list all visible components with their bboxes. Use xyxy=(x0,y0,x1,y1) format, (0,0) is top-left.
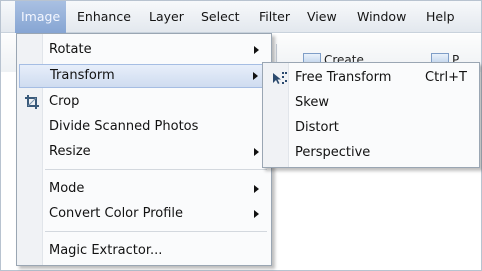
menu-item-perspective[interactable]: Perspective xyxy=(265,141,477,165)
menu-item-transform[interactable]: Transform xyxy=(19,64,269,88)
menu-separator xyxy=(45,231,267,232)
menu-image[interactable]: Image xyxy=(15,1,67,33)
menu-filter[interactable]: Filter xyxy=(259,1,290,33)
menu-item-divide-scanned-photos[interactable]: Divide Scanned Photos xyxy=(19,115,269,139)
menu-item-magic-extractor[interactable]: Magic Extractor... xyxy=(19,239,269,263)
menu-item-label: Transform xyxy=(50,68,115,83)
menu-window[interactable]: Window xyxy=(357,1,406,33)
menu-item-skew[interactable]: Skew xyxy=(265,91,477,115)
shortcut-label: Ctrl+T xyxy=(425,70,467,85)
menu-item-rotate[interactable]: Rotate xyxy=(19,38,269,62)
submenu-arrow-icon xyxy=(253,72,258,80)
transform-submenu: Free Transform Ctrl+T Skew Distort Persp… xyxy=(262,62,480,168)
menu-select[interactable]: Select xyxy=(201,1,240,33)
menu-item-label: Mode xyxy=(49,181,85,196)
menu-separator xyxy=(45,169,267,170)
free-transform-icon xyxy=(273,72,287,84)
menu-item-convert-color-profile[interactable]: Convert Color Profile xyxy=(19,202,269,226)
menu-help[interactable]: Help xyxy=(426,1,455,33)
menu-item-label: Resize xyxy=(49,144,91,159)
menu-item-crop[interactable]: Crop xyxy=(19,90,269,114)
menu-item-mode[interactable]: Mode xyxy=(19,177,269,201)
submenu-arrow-icon xyxy=(254,185,259,193)
menu-item-label: Divide Scanned Photos xyxy=(49,119,199,134)
menu-item-label: Rotate xyxy=(49,42,92,57)
image-menu-dropdown: Rotate Transform Crop Divide Scanned Pho… xyxy=(16,33,272,266)
menu-item-label: Crop xyxy=(49,94,80,109)
submenu-arrow-icon xyxy=(254,148,259,156)
menu-layer[interactable]: Layer xyxy=(149,1,184,33)
menu-item-distort[interactable]: Distort xyxy=(265,116,477,140)
menu-item-free-transform[interactable]: Free Transform Ctrl+T xyxy=(265,66,477,90)
submenu-arrow-icon xyxy=(254,210,259,218)
toolbar-divider xyxy=(276,44,277,64)
menu-item-resize[interactable]: Resize xyxy=(19,140,269,164)
menu-item-label: Convert Color Profile xyxy=(49,206,184,221)
menu-item-label: Free Transform xyxy=(295,70,392,85)
crop-icon xyxy=(25,95,39,109)
menu-item-label: Magic Extractor... xyxy=(49,243,163,258)
menu-view[interactable]: View xyxy=(307,1,337,33)
submenu-arrow-icon xyxy=(254,46,259,54)
menu-item-label: Distort xyxy=(295,120,339,135)
menu-enhance[interactable]: Enhance xyxy=(77,1,131,33)
menu-item-label: Perspective xyxy=(295,145,371,160)
menu-item-label: Skew xyxy=(295,95,329,110)
menu-bar: Image Enhance Layer Select Filter View W… xyxy=(1,1,481,33)
